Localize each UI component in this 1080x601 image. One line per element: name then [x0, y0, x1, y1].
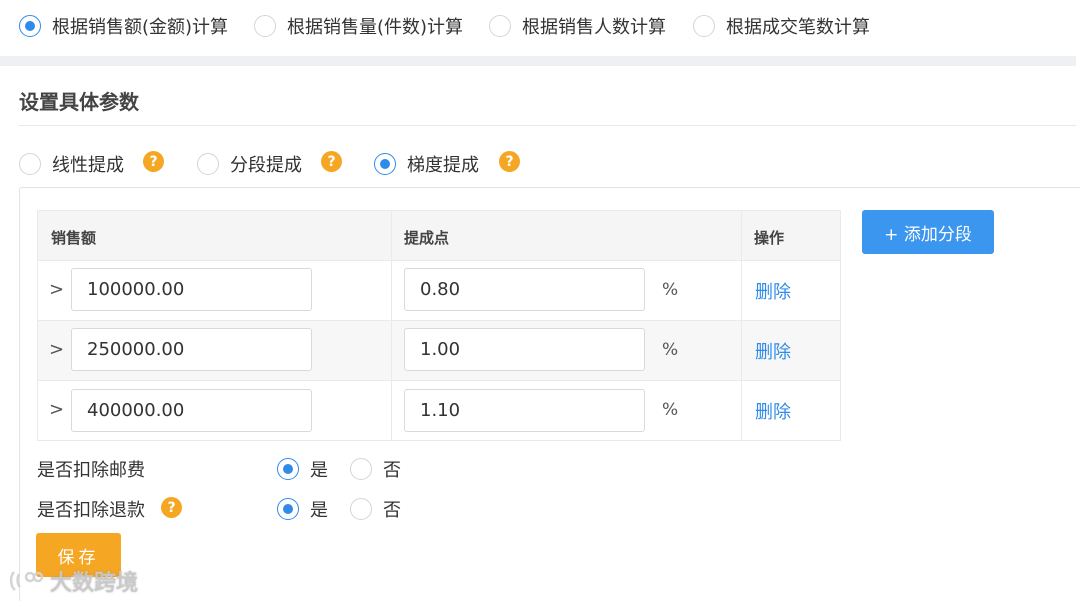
commission-rate-input[interactable]: 1.00 [404, 328, 645, 371]
radio-deduct-shipping-no[interactable]: 否 [350, 456, 401, 482]
radio-label: 梯度提成 [407, 155, 479, 176]
radio-circle[interactable] [693, 15, 715, 37]
column-header-sales: 销售额 [51, 229, 97, 247]
radio-circle[interactable] [350, 458, 372, 480]
percent-unit: % [662, 280, 679, 300]
percent-unit: % [662, 340, 679, 360]
divider [19, 125, 1076, 126]
watermark: 大数跨境 [8, 565, 138, 597]
radio-circle[interactable] [254, 15, 276, 37]
sales-threshold-input[interactable]: 250000.00 [71, 328, 312, 371]
deduct-refund-label: 是否扣除退款 [37, 500, 145, 521]
radio-label: 根据销售量(件数)计算 [287, 17, 464, 38]
table-row: > 100000.00 0.80 % 删除 [38, 261, 840, 321]
radio-calc-by-amount[interactable]: 根据销售额(金额)计算 [19, 13, 228, 39]
greater-than-sign: > [49, 399, 65, 420]
watermark-text: 大数跨境 [50, 571, 139, 596]
section-separator-band [0, 56, 1076, 66]
greater-than-sign: > [49, 339, 65, 360]
delete-link[interactable]: 删除 [755, 338, 791, 364]
radio-label: 是 [310, 500, 328, 521]
radio-label: 线性提成 [52, 155, 124, 176]
deduct-shipping-label: 是否扣除邮费 [37, 460, 145, 481]
radio-tiered-commission[interactable]: 梯度提成 [374, 151, 479, 177]
column-divider [391, 211, 392, 440]
help-icon[interactable]: ? [161, 497, 182, 518]
table-header: 销售额 提成点 操作 [38, 211, 840, 261]
greater-than-sign: > [49, 279, 65, 300]
radio-label: 否 [383, 500, 401, 521]
help-icon[interactable]: ? [321, 151, 342, 172]
tier-table: 销售额 提成点 操作 > 100000.00 0.80 % 删除 > 25000… [37, 210, 841, 441]
radio-calc-by-quantity[interactable]: 根据销售量(件数)计算 [254, 13, 463, 39]
column-divider [741, 211, 742, 440]
delete-link[interactable]: 删除 [755, 398, 791, 424]
radio-label: 根据成交笔数计算 [726, 17, 870, 38]
sales-threshold-input[interactable]: 100000.00 [71, 268, 312, 311]
table-row: > 250000.00 1.00 % 删除 [38, 321, 840, 381]
table-row: > 400000.00 1.10 % 删除 [38, 381, 840, 441]
percent-unit: % [662, 400, 679, 420]
section-title: 设置具体参数 [19, 90, 139, 114]
radio-deduct-refund-no[interactable]: 否 [350, 496, 401, 522]
radio-deduct-refund-yes[interactable]: 是 [277, 496, 328, 522]
radio-calc-by-buyers[interactable]: 根据销售人数计算 [489, 13, 666, 39]
radio-label: 分段提成 [230, 155, 302, 176]
radio-linear-commission[interactable]: 线性提成 [19, 151, 124, 177]
radio-calc-by-orders[interactable]: 根据成交笔数计算 [693, 13, 870, 39]
radio-circle[interactable] [489, 15, 511, 37]
column-header-action: 操作 [754, 229, 785, 247]
radio-label: 根据销售人数计算 [522, 17, 666, 38]
commission-rate-input[interactable]: 0.80 [404, 268, 645, 311]
radio-circle[interactable] [277, 458, 299, 480]
radio-circle[interactable] [197, 153, 219, 175]
add-segment-button[interactable]: + 添加分段 [862, 210, 994, 254]
delete-link[interactable]: 删除 [755, 278, 791, 304]
radio-segment-commission[interactable]: 分段提成 [197, 151, 302, 177]
commission-rate-input[interactable]: 1.10 [404, 389, 645, 432]
help-icon[interactable]: ? [143, 151, 164, 172]
column-header-rate: 提成点 [404, 229, 450, 247]
radio-label: 否 [383, 460, 401, 481]
radio-circle[interactable] [19, 153, 41, 175]
sales-threshold-input[interactable]: 400000.00 [71, 389, 312, 432]
radio-deduct-shipping-yes[interactable]: 是 [277, 456, 328, 482]
radio-label: 根据销售额(金额)计算 [52, 17, 229, 38]
help-icon[interactable]: ? [499, 151, 520, 172]
radio-circle[interactable] [350, 498, 372, 520]
radio-circle[interactable] [19, 15, 41, 37]
radio-circle[interactable] [374, 153, 396, 175]
radio-circle[interactable] [277, 498, 299, 520]
radio-label: 是 [310, 460, 328, 481]
watermark-logo-icon [9, 571, 44, 591]
